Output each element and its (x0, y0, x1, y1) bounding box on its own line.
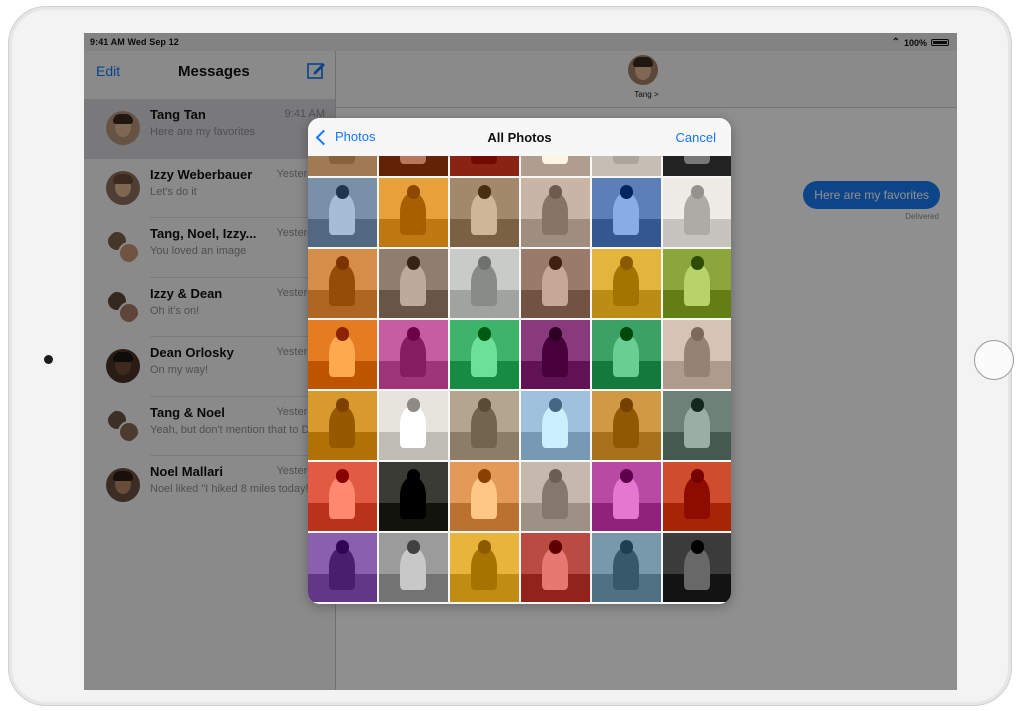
photo-thumbnail[interactable] (521, 249, 590, 318)
picker-header: Photos All Photos Cancel (308, 118, 731, 157)
cancel-button[interactable]: Cancel (676, 130, 716, 145)
photo-thumbnail[interactable] (521, 462, 590, 531)
photo-thumbnail[interactable] (450, 462, 519, 531)
photo-thumbnail[interactable] (450, 178, 519, 247)
photo-thumbnail[interactable] (308, 462, 377, 531)
photo-thumbnail[interactable] (379, 249, 448, 318)
photo-thumbnail[interactable] (450, 533, 519, 602)
photo-thumbnail[interactable] (592, 249, 661, 318)
photo-thumbnail[interactable] (379, 320, 448, 389)
photo-thumbnail[interactable] (450, 249, 519, 318)
photo-thumbnail[interactable] (308, 533, 377, 602)
photo-thumbnail[interactable] (521, 391, 590, 460)
photo-thumbnail[interactable] (592, 156, 661, 176)
photo-thumbnail[interactable] (379, 156, 448, 176)
ipad-screen: 9:41 AM Wed Sep 12 ⌃ 100% Edit Messages … (84, 33, 957, 690)
photo-grid (308, 156, 731, 604)
photo-thumbnail[interactable] (592, 462, 661, 531)
front-camera (44, 355, 53, 364)
home-button[interactable] (974, 340, 1014, 380)
photo-thumbnail[interactable] (663, 249, 731, 318)
photo-thumbnail[interactable] (450, 391, 519, 460)
photo-picker-popover: Photos All Photos Cancel (308, 118, 731, 604)
photo-thumbnail[interactable] (663, 533, 731, 602)
photo-thumbnail[interactable] (450, 156, 519, 176)
photo-thumbnail[interactable] (379, 533, 448, 602)
photo-thumbnail[interactable] (592, 533, 661, 602)
photo-thumbnail[interactable] (592, 178, 661, 247)
photo-thumbnail[interactable] (379, 391, 448, 460)
photo-thumbnail[interactable] (521, 533, 590, 602)
photo-thumbnail[interactable] (308, 156, 377, 176)
photo-thumbnail[interactable] (663, 178, 731, 247)
photo-thumbnail[interactable] (663, 320, 731, 389)
photo-thumbnail[interactable] (379, 178, 448, 247)
photo-thumbnail[interactable] (379, 462, 448, 531)
photo-thumbnail[interactable] (592, 391, 661, 460)
photo-thumbnail[interactable] (521, 178, 590, 247)
photo-thumbnail[interactable] (308, 391, 377, 460)
photo-thumbnail[interactable] (308, 178, 377, 247)
photo-thumbnail[interactable] (521, 320, 590, 389)
picker-title: All Photos (487, 130, 552, 145)
photo-thumbnail[interactable] (663, 462, 731, 531)
photo-thumbnail[interactable] (592, 320, 661, 389)
photo-thumbnail[interactable] (450, 320, 519, 389)
photo-thumbnail[interactable] (663, 391, 731, 460)
photo-thumbnail[interactable] (521, 156, 590, 176)
photo-thumbnail[interactable] (308, 320, 377, 389)
photo-thumbnail[interactable] (308, 249, 377, 318)
photo-thumbnail[interactable] (663, 156, 731, 176)
